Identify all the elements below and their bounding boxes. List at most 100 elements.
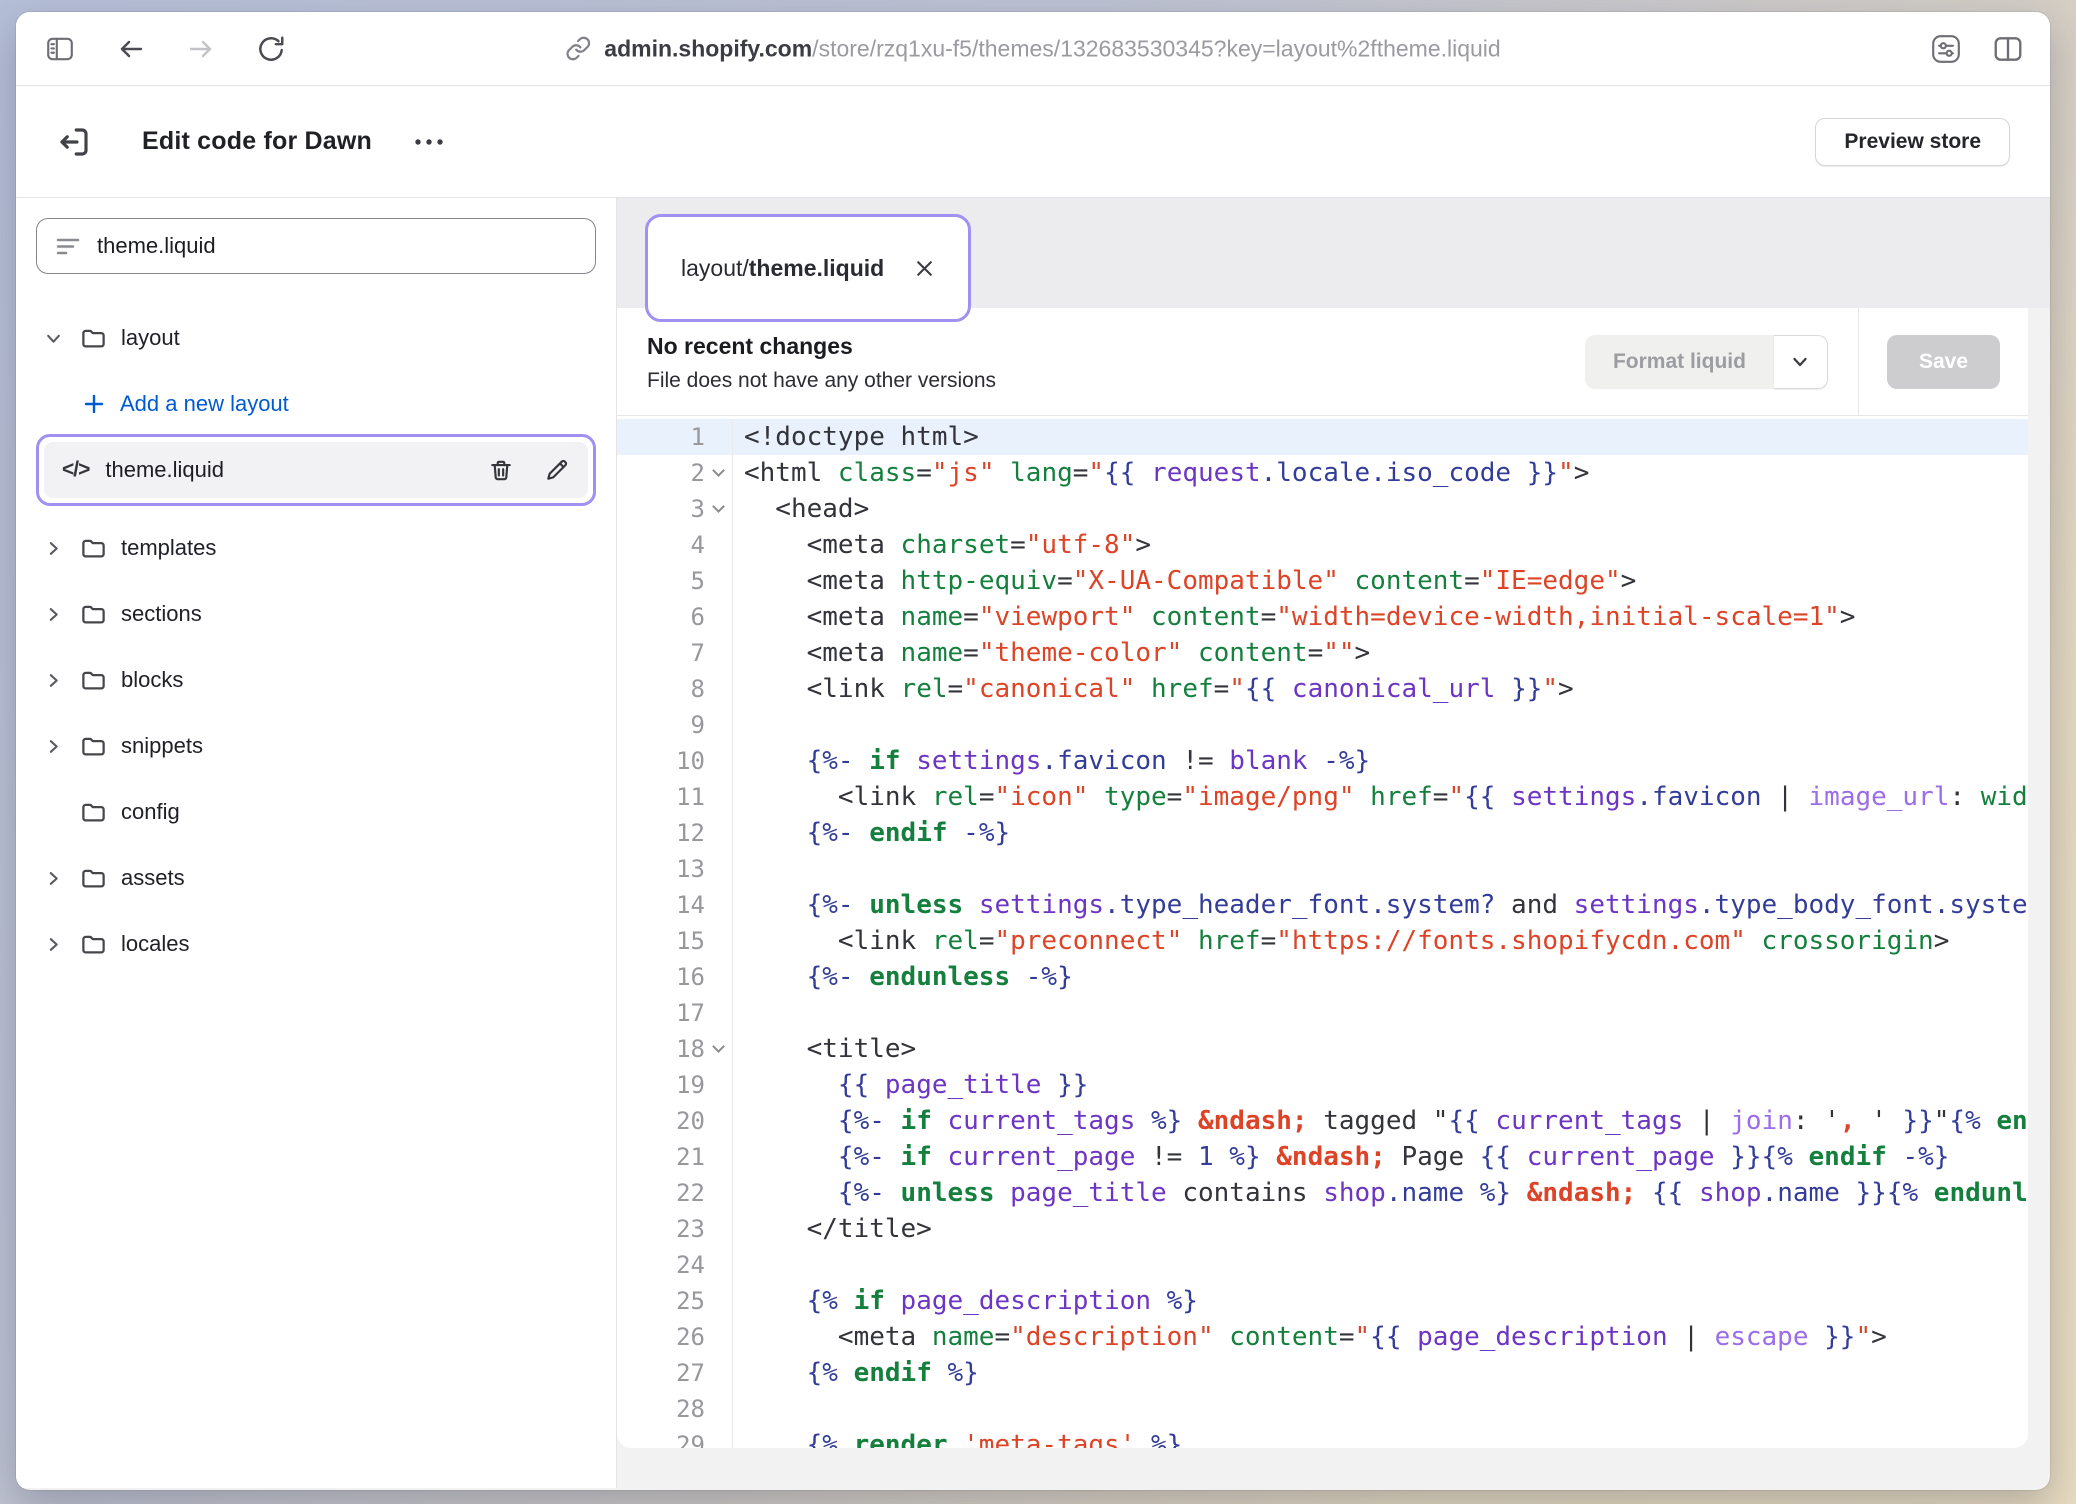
line-number: 21: [617, 1139, 705, 1175]
code-line[interactable]: 1 <!doctype html>: [617, 419, 2028, 455]
exit-editor-icon[interactable]: [56, 124, 92, 160]
code-line[interactable]: 28: [617, 1391, 2028, 1427]
tree-folder-blocks[interactable]: blocks: [36, 658, 596, 702]
tree-file-label: theme.liquid: [105, 457, 224, 483]
format-liquid-split-button: Format liquid: [1585, 335, 1828, 389]
fold-spacer: [705, 959, 732, 995]
link-icon: [565, 36, 591, 62]
tree-folder-label: sections: [121, 601, 202, 627]
chevron-down-icon: [36, 330, 70, 347]
tab-layout-theme-liquid[interactable]: layout/theme.liquid: [653, 222, 963, 314]
format-options-chevron[interactable]: [1774, 335, 1828, 389]
url-path: /store/rzq1xu-f5/themes/132683530345?key…: [812, 35, 1501, 61]
line-number: 28: [617, 1391, 705, 1427]
folder-icon: [80, 325, 107, 352]
toolbar-actions: Format liquid Save: [1585, 308, 2028, 415]
fold-spacer: [705, 743, 732, 779]
page-settings-icon[interactable]: [1930, 33, 1962, 65]
fold-caret-icon[interactable]: [705, 491, 732, 527]
code-line[interactable]: 8 <link rel="canonical" href="{{ canonic…: [617, 671, 2028, 707]
tree-folder-templates[interactable]: templates: [36, 526, 596, 570]
code-line[interactable]: 9: [617, 707, 2028, 743]
preview-store-button[interactable]: Preview store: [1815, 118, 2010, 166]
search-input[interactable]: [97, 233, 577, 259]
code-text: <meta name="theme-color" content="">: [732, 635, 2028, 671]
tree-folder-snippets[interactable]: snippets: [36, 724, 596, 768]
line-number: 1: [617, 419, 705, 455]
code-line[interactable]: 3 <head>: [617, 491, 2028, 527]
file-tree: layout Add a new layout </> theme.liquid: [36, 316, 596, 966]
code-line[interactable]: 16 {%- endunless -%}: [617, 959, 2028, 995]
browser-nav-group: [44, 34, 286, 64]
tree-folder-label: snippets: [121, 733, 203, 759]
more-actions-icon[interactable]: [414, 137, 444, 147]
forward-icon[interactable]: [186, 35, 216, 63]
code-line[interactable]: 21 {%- if current_page != 1 %} &ndash; P…: [617, 1139, 2028, 1175]
code-line[interactable]: 15 <link rel="preconnect" href="https://…: [617, 923, 2028, 959]
code-line[interactable]: 6 <meta name="viewport" content="width=d…: [617, 599, 2028, 635]
code-text: {% endif %}: [732, 1355, 2028, 1391]
code-text: <meta charset="utf-8">: [732, 527, 2028, 563]
fold-spacer: [705, 923, 732, 959]
code-text: <link rel="preconnect" href="https://fon…: [732, 923, 2028, 959]
code-line[interactable]: 12 {%- endif -%}: [617, 815, 2028, 851]
code-line[interactable]: 11 <link rel="icon" type="image/png" hre…: [617, 779, 2028, 815]
code-line[interactable]: 22 {%- unless page_title contains shop.n…: [617, 1175, 2028, 1211]
delete-file-icon[interactable]: [488, 457, 514, 484]
code-text: <!doctype html>: [732, 419, 2028, 455]
code-line[interactable]: 7 <meta name="theme-color" content="">: [617, 635, 2028, 671]
code-line[interactable]: 14 {%- unless settings.type_header_font.…: [617, 887, 2028, 923]
code-line[interactable]: 26 <meta name="description" content="{{ …: [617, 1319, 2028, 1355]
tree-folder-label: layout: [121, 325, 180, 351]
fold-spacer: [705, 1283, 732, 1319]
code-text: [732, 1391, 2028, 1427]
back-icon[interactable]: [116, 35, 146, 63]
line-number: 7: [617, 635, 705, 671]
fold-caret-icon[interactable]: [705, 1031, 732, 1067]
code-file-icon: </>: [62, 458, 89, 482]
code-line[interactable]: 23 </title>: [617, 1211, 2028, 1247]
add-new-layout-link[interactable]: Add a new layout: [36, 382, 596, 426]
code-text: {%- if current_page != 1 %} &ndash; Page…: [732, 1139, 2028, 1175]
code-text: <meta name="description" content="{{ pag…: [732, 1319, 2028, 1355]
save-button[interactable]: Save: [1887, 335, 2000, 389]
address-bar[interactable]: admin.shopify.com/store/rzq1xu-f5/themes…: [565, 35, 1500, 62]
file-sidebar: layout Add a new layout </> theme.liquid: [16, 198, 617, 1488]
code-line[interactable]: 27 {% endif %}: [617, 1355, 2028, 1391]
tree-folder-assets[interactable]: assets: [36, 856, 596, 900]
fold-caret-icon[interactable]: [705, 455, 732, 491]
code-editor[interactable]: 1 <!doctype html>2<html class="js" lang="…: [617, 416, 2028, 1448]
close-tab-icon[interactable]: [914, 258, 935, 279]
line-number: 19: [617, 1067, 705, 1103]
line-number: 8: [617, 671, 705, 707]
code-line[interactable]: 17: [617, 995, 2028, 1031]
filter-icon: [55, 234, 81, 258]
tree-folder-locales[interactable]: locales: [36, 922, 596, 966]
chevron-right-icon: [36, 936, 70, 953]
code-line[interactable]: 18 <title>: [617, 1031, 2028, 1067]
code-line[interactable]: 20 {%- if current_tags %} &ndash; tagged…: [617, 1103, 2028, 1139]
code-line[interactable]: 19 {{ page_title }}: [617, 1067, 2028, 1103]
tree-folder-config[interactable]: config: [36, 790, 596, 834]
tree-folder-layout[interactable]: layout: [36, 316, 596, 360]
file-search-box[interactable]: [36, 218, 596, 274]
rename-file-icon[interactable]: [544, 457, 570, 483]
line-number: 15: [617, 923, 705, 959]
code-line[interactable]: 4 <meta charset="utf-8">: [617, 527, 2028, 563]
split-view-icon[interactable]: [1992, 34, 2024, 64]
status-subtitle: File does not have any other versions: [647, 369, 996, 393]
format-liquid-button[interactable]: Format liquid: [1585, 335, 1774, 389]
code-line[interactable]: 2<html class="js" lang="{{ request.local…: [617, 455, 2028, 491]
tree-folder-sections[interactable]: sections: [36, 592, 596, 636]
code-line[interactable]: 13: [617, 851, 2028, 887]
tree-file-theme-liquid[interactable]: </> theme.liquid: [44, 442, 588, 498]
code-line[interactable]: 25 {% if page_description %}: [617, 1283, 2028, 1319]
code-line[interactable]: 29 {% render 'meta-tags' %}: [617, 1427, 2028, 1448]
code-line[interactable]: 10 {%- if settings.favicon != blank -%}: [617, 743, 2028, 779]
fold-spacer: [705, 635, 732, 671]
page-title: Edit code for Dawn: [142, 127, 372, 156]
code-line[interactable]: 24: [617, 1247, 2028, 1283]
sidebar-toggle-icon[interactable]: [44, 34, 76, 64]
code-line[interactable]: 5 <meta http-equiv="X-UA-Compatible" con…: [617, 563, 2028, 599]
reload-icon[interactable]: [256, 34, 286, 64]
